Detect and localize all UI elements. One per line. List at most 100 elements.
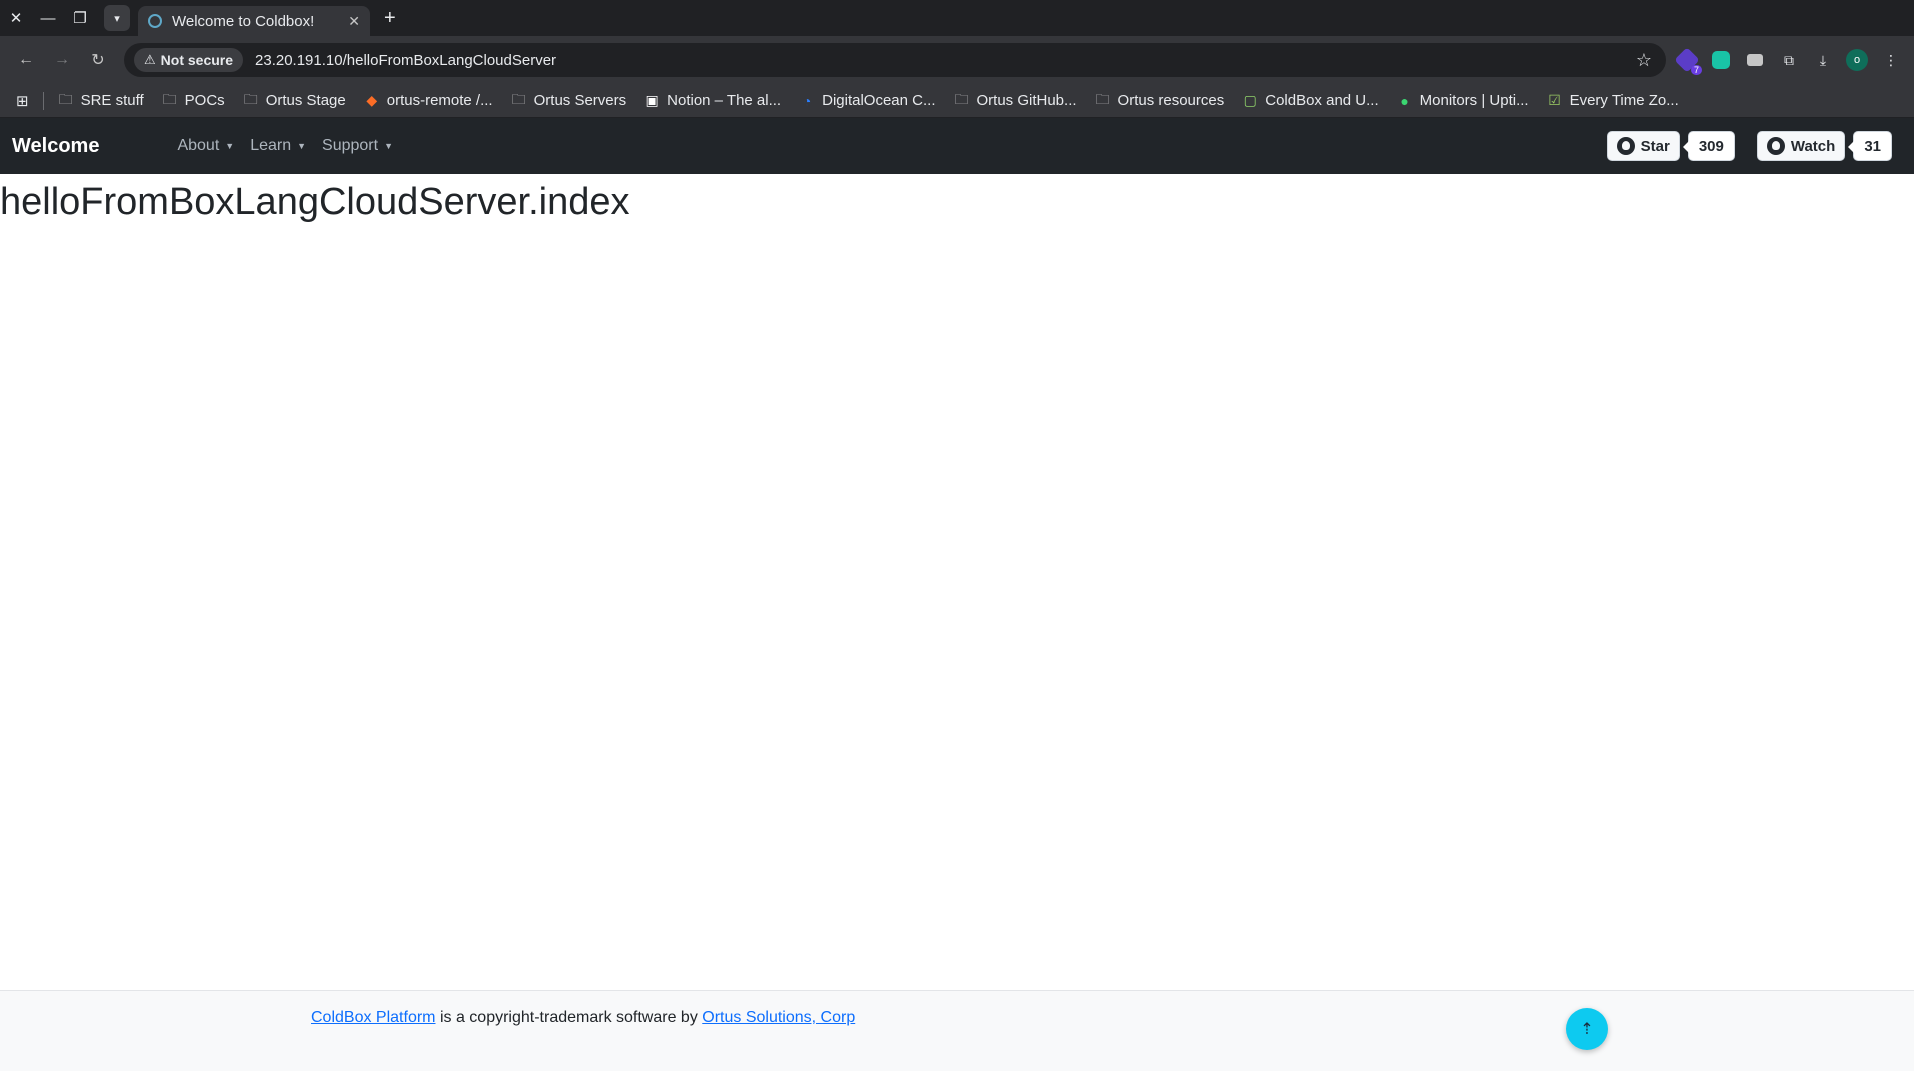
github-icon: [1766, 137, 1785, 155]
github-icon: [1616, 137, 1635, 155]
nav-support-dropdown[interactable]: Support ▼: [314, 137, 401, 155]
folder-icon: 🗀: [162, 90, 177, 107]
bookmarks-bar: ⊞ 🗀 SRE stuff 🗀 POCs 🗀 Ortus Stage ◆ ortus-r…: [0, 84, 1914, 118]
coldbox-icon: ▢: [1243, 92, 1257, 108]
caret-down-icon: ▼: [225, 141, 235, 151]
nav-label: Support: [322, 137, 379, 154]
bookmark-item[interactable]: 🗀 Ortus GitHub...: [954, 89, 1077, 113]
bookmark-label: Ortus GitHub...: [976, 92, 1077, 109]
security-label: Not secure: [160, 52, 234, 68]
nav-about-dropdown[interactable]: About ▼: [169, 137, 242, 155]
window-restore-icon[interactable]: ❐: [64, 0, 96, 36]
address-bar[interactable]: ⚠ Not secure 23.20.191.10/helloFromBoxLa…: [124, 43, 1666, 77]
bookmark-label: Ortus Stage: [265, 92, 346, 109]
bookmark-item[interactable]: ▣ Notion – The al...: [644, 92, 782, 109]
bookmark-item[interactable]: ☑ Every Time Zo...: [1547, 92, 1679, 109]
apps-grid-icon[interactable]: ⊞: [16, 92, 29, 110]
github-watch-count[interactable]: 31: [1848, 131, 1892, 161]
page-footer: ColdBox Platform is a copyright-trademar…: [0, 990, 1914, 1071]
bookmark-item[interactable]: 🗀 Ortus Servers: [511, 89, 627, 113]
caret-down-icon: ▼: [297, 141, 307, 151]
ortus-solutions-link[interactable]: Ortus Solutions, Corp: [702, 1009, 855, 1026]
bookmark-label: POCs: [184, 92, 225, 109]
url-text[interactable]: 23.20.191.10/helloFromBoxLangCloudServer: [255, 52, 1636, 69]
kebab-menu-icon[interactable]: ⋮: [1880, 49, 1902, 71]
browser-toolbar: ← → ↻ ⚠ Not secure 23.20.191.10/helloFro…: [0, 36, 1914, 84]
footer-middle-text: is a copyright-trademark software by: [435, 1009, 703, 1026]
digitalocean-icon: ◔: [802, 92, 812, 109]
window-controls: ✕ — ❐: [0, 0, 96, 36]
navbar-brand[interactable]: Welcome: [12, 135, 99, 158]
security-chip[interactable]: ⚠ Not secure: [134, 48, 244, 72]
bookmark-item[interactable]: ◔ DigitalOcean C...: [799, 92, 936, 109]
gitlab-icon: ◆: [366, 92, 378, 108]
folder-icon: 🗀: [954, 90, 969, 107]
bookmark-label: Ortus Servers: [533, 92, 627, 109]
reload-icon[interactable]: ↻: [80, 42, 116, 78]
new-tab-plus-icon[interactable]: +: [384, 7, 396, 30]
github-watch-button[interactable]: Watch: [1756, 131, 1846, 161]
nav-label: Learn: [250, 137, 292, 154]
bookmark-item[interactable]: 🗀 POCs: [162, 89, 225, 113]
back-arrow-icon[interactable]: ←: [8, 42, 44, 78]
forward-arrow-icon[interactable]: →: [44, 42, 80, 78]
bookmarks-separator: [42, 91, 44, 110]
bookmark-item[interactable]: 🗀 SRE stuff: [58, 89, 144, 113]
bookmark-label: DigitalOcean C...: [822, 92, 936, 109]
caret-down-icon: ▼: [384, 141, 393, 151]
site-navbar: Welcome About ▼ Learn ▼ Support ▼ Star 309 …: [0, 118, 1914, 174]
tab-title: Welcome to Coldbox!: [172, 12, 315, 30]
tab-search-chevron-icon[interactable]: ▾: [104, 5, 130, 31]
nav-learn-dropdown[interactable]: Learn ▼: [242, 137, 314, 155]
bookmark-label: Ortus resources: [1117, 92, 1225, 109]
folder-icon: 🗀: [511, 90, 526, 107]
puzzle-extensions-icon[interactable]: ⧉: [1778, 49, 1800, 71]
tab-strip: ✕ — ❐ ▾ Welcome to Coldbox! ✕ +: [0, 0, 1914, 36]
bookmark-label: Every Time Zo...: [1569, 92, 1679, 109]
camera-extension-icon[interactable]: [1744, 49, 1766, 71]
github-star-count[interactable]: 309: [1682, 131, 1735, 161]
github-watch-widget: Watch 31: [1756, 131, 1892, 161]
extensions-area: 7 ⧉ ⤓ o ⋮: [1674, 47, 1906, 75]
bookmark-label: ColdBox and U...: [1265, 92, 1379, 109]
window-close-icon[interactable]: ✕: [0, 0, 32, 36]
github-star-button[interactable]: Star: [1606, 131, 1680, 161]
arrow-up-icon: ⇡: [1580, 1021, 1594, 1038]
tab-active[interactable]: Welcome to Coldbox! ✕: [138, 6, 370, 36]
nav-label: About: [177, 137, 220, 154]
footer-text: ColdBox Platform is a copyright-trademar…: [311, 1009, 855, 1027]
navbar-links: About ▼ Learn ▼ Support ▼: [169, 137, 401, 155]
page-title: helloFromBoxLangCloudServer.index: [0, 181, 630, 223]
github-buttons: Star 309 Watch 31: [1606, 131, 1902, 161]
warning-triangle-icon: ⚠: [144, 52, 156, 67]
extension-badge: 7: [1690, 65, 1702, 75]
star-label: Star: [1640, 137, 1670, 155]
timezone-icon: ☑: [1548, 92, 1561, 108]
tab-close-icon[interactable]: ✕: [348, 13, 360, 30]
bookmark-item[interactable]: ● Monitors | Upti...: [1397, 92, 1529, 109]
page-content: helloFromBoxLangCloudServer.index: [0, 174, 1914, 989]
avatar-letter: o: [1846, 49, 1868, 71]
bookmark-label: Monitors | Upti...: [1419, 92, 1529, 109]
window-minimize-icon[interactable]: —: [32, 0, 64, 36]
bookmark-item[interactable]: 🗀 Ortus Stage: [243, 89, 346, 113]
purple-extension-icon[interactable]: 7: [1674, 47, 1702, 75]
teal-extension-icon[interactable]: [1710, 49, 1732, 71]
download-icon[interactable]: ⤓: [1812, 49, 1834, 71]
bookmark-star-icon[interactable]: ☆: [1636, 50, 1652, 71]
notion-icon: ▣: [645, 92, 659, 108]
folder-icon: 🗀: [1095, 90, 1110, 107]
watch-label: Watch: [1790, 137, 1836, 155]
uptime-dot-icon: ●: [1400, 92, 1409, 109]
bookmark-item[interactable]: 🗀 Ortus resources: [1095, 89, 1225, 113]
bookmark-label: ortus-remote /...: [386, 92, 493, 109]
coldbox-platform-link[interactable]: ColdBox Platform: [311, 1009, 436, 1026]
profile-avatar[interactable]: o: [1846, 49, 1868, 71]
back-to-top-button[interactable]: ⇡: [1566, 1008, 1608, 1050]
bookmark-item[interactable]: ◆ ortus-remote /...: [364, 92, 493, 109]
folder-icon: 🗀: [58, 90, 73, 107]
coldbox-favicon-icon: [148, 14, 162, 28]
bookmark-label: SRE stuff: [80, 92, 144, 109]
bookmark-item[interactable]: ▢ ColdBox and U...: [1242, 92, 1379, 109]
folder-icon: 🗀: [243, 90, 258, 107]
